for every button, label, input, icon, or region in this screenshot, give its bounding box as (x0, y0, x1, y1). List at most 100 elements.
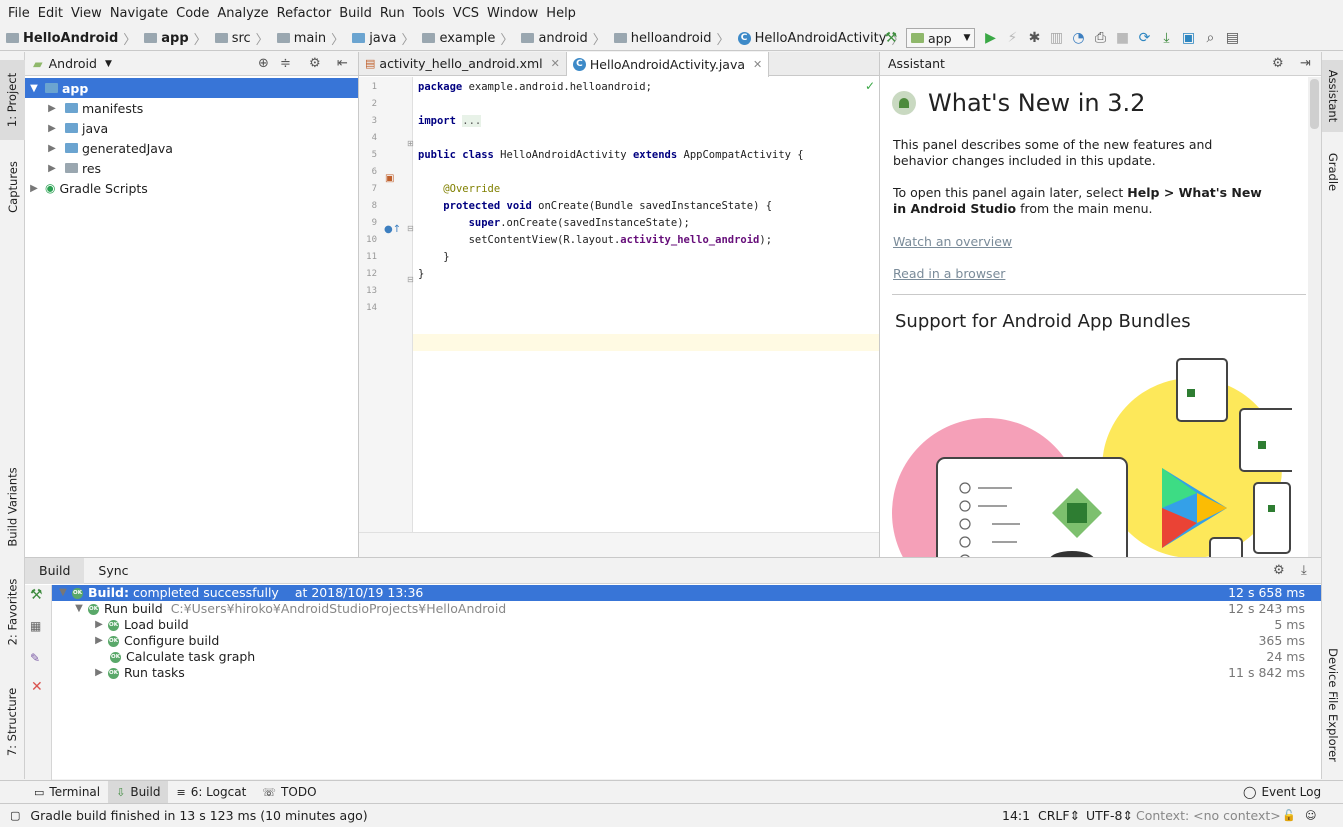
tab-device-file-explorer[interactable]: Device File Explorer (1322, 642, 1343, 767)
tab-activity-java[interactable]: C HelloAndroidActivity.java ✕ (566, 52, 770, 77)
build-row-run-tasks[interactable]: ▶ OK Run tasks 11 s 842 ms (52, 665, 1321, 681)
menu-view[interactable]: View (67, 6, 106, 21)
menu-edit[interactable]: Edit (34, 6, 67, 21)
run-config-select[interactable]: app ▼ (906, 28, 976, 48)
android-studio-logo (892, 91, 916, 115)
rebuild-icon[interactable]: ⚒ (30, 587, 43, 603)
breadcrumb-android[interactable]: android 〉 (515, 29, 607, 48)
gear-icon[interactable]: ⚙ (1272, 56, 1284, 71)
run-icon[interactable]: ▶ (979, 28, 1001, 48)
breadcrumb-main[interactable]: main 〉 (271, 29, 347, 48)
build-row-configure-build[interactable]: ▶ OK Configure build 365 ms (52, 633, 1321, 649)
breadcrumb-app[interactable]: app 〉 (138, 29, 208, 48)
menu-tools[interactable]: Tools (409, 6, 449, 21)
menu-build[interactable]: Build (335, 6, 376, 21)
fold-icon[interactable]: ⊟ (407, 224, 414, 233)
collapse-icon[interactable]: ≑ (280, 56, 291, 71)
tab-build-tool[interactable]: ⇩ Build (108, 780, 169, 804)
breadcrumb-helloandroid[interactable]: helloandroid 〉 (608, 29, 732, 48)
pin-icon[interactable]: ✎ (30, 651, 40, 665)
hide-icon[interactable]: ⇥ (1300, 56, 1311, 71)
chevron-down-icon[interactable]: ▼ (105, 59, 112, 69)
tab-favorites[interactable]: 2: Favorites (0, 572, 25, 652)
line-separator[interactable]: CRLF⇕ (1038, 808, 1080, 823)
caret-position[interactable]: 14:1 (1002, 808, 1030, 823)
menu-file[interactable]: File (4, 6, 34, 21)
search-icon[interactable]: ⌕ (1199, 28, 1221, 48)
menu-window[interactable]: Window (483, 6, 542, 21)
close-icon[interactable]: ✕ (551, 57, 560, 70)
chevron-right-icon: ▶ (48, 102, 56, 114)
make-project-icon[interactable]: ⚒ (880, 28, 902, 48)
apply-changes-icon[interactable]: ⚡ (1001, 28, 1023, 48)
build-row-run-build[interactable]: ▼ OK Run build C:¥Users¥hiroko¥AndroidSt… (52, 601, 1321, 617)
assistant-scrollbar[interactable] (1308, 77, 1321, 557)
tree-item-java[interactable]: ▶ java (25, 118, 358, 138)
read-in-browser-link[interactable]: Read in a browser (893, 266, 1005, 281)
locate-icon[interactable]: ⊕ (258, 56, 269, 71)
tree-item-res[interactable]: ▶ res (25, 158, 358, 178)
breadcrumb-project[interactable]: HelloAndroid 〉 (0, 29, 138, 48)
tree-item-gradle-scripts[interactable]: ▶ ◉ Gradle Scripts (25, 178, 358, 198)
status-toggle-icon[interactable]: ▢ (10, 809, 20, 822)
menu-run[interactable]: Run (376, 6, 409, 21)
event-log-button[interactable]: ◯ Event Log (1235, 781, 1329, 804)
profile-icon[interactable]: ◔ (1067, 28, 1089, 48)
tab-gradle[interactable]: Gradle (1322, 144, 1343, 199)
build-row-load-build[interactable]: ▶ OK Load build 5 ms (52, 617, 1321, 633)
menu-navigate[interactable]: Navigate (106, 6, 172, 21)
activity-gutter-icon[interactable]: ▣ (385, 173, 394, 184)
fold-icon[interactable]: ⊟ (407, 275, 414, 284)
breadcrumb-java[interactable]: java 〉 (346, 29, 416, 48)
override-gutter-icon[interactable]: ●↑ (384, 224, 401, 235)
tab-build-variants[interactable]: Build Variants (0, 457, 25, 557)
tab-assistant[interactable]: Assistant (1322, 60, 1343, 132)
tab-todo[interactable]: ☏ TODO (254, 781, 324, 804)
tab-terminal[interactable]: ▭ Terminal (26, 781, 108, 804)
success-icon: OK (108, 667, 119, 679)
chevron-right-icon: ▶ (95, 619, 103, 630)
menu-code[interactable]: Code (172, 6, 213, 21)
tab-sync[interactable]: Sync (84, 558, 142, 584)
breadcrumb-example[interactable]: example 〉 (416, 29, 515, 48)
status-message: Gradle build finished in 13 s 123 ms (10… (30, 808, 368, 823)
tab-build[interactable]: Build (25, 557, 85, 584)
menu-analyze[interactable]: Analyze (213, 6, 272, 21)
toggle-view-icon[interactable]: ▦ (30, 619, 41, 633)
menu-vcs[interactable]: VCS (449, 6, 483, 21)
fold-icon[interactable]: ⊞ (407, 139, 414, 148)
tree-item-app[interactable]: ▼ app (25, 78, 358, 98)
gear-icon[interactable]: ⚙ (1273, 563, 1285, 578)
debug-icon[interactable]: ✱ (1023, 28, 1045, 48)
lock-icon[interactable]: 🔓 (1282, 809, 1296, 822)
sdk-manager-icon[interactable]: ⤓ (1155, 28, 1177, 48)
coverage-icon[interactable]: ▥ (1045, 28, 1067, 48)
layout-icon[interactable]: ▤ (1221, 28, 1243, 48)
close-icon[interactable]: ✕ (753, 58, 762, 71)
code-area[interactable]: package example.android.helloandroid; im… (418, 77, 878, 532)
tree-item-manifests[interactable]: ▶ manifests (25, 98, 358, 118)
build-row-task-graph[interactable]: OK Calculate task graph 24 ms (52, 649, 1321, 665)
watch-overview-link[interactable]: Watch an overview (893, 234, 1012, 249)
hide-icon[interactable]: ⤓ (1301, 563, 1307, 578)
inspector-icon[interactable]: ☺ (1305, 809, 1316, 822)
menu-help[interactable]: Help (542, 6, 580, 21)
gear-icon[interactable]: ⚙ (309, 56, 321, 71)
tree-item-generatedjava[interactable]: ▶ generatedJava (25, 138, 358, 158)
stop-icon[interactable]: ■ (1111, 28, 1133, 48)
hide-icon[interactable]: ⇤ (337, 56, 348, 71)
attach-debugger-icon[interactable]: ⎙ (1089, 28, 1111, 48)
tab-project[interactable]: 1: Project (0, 60, 25, 140)
tab-captures[interactable]: Captures (0, 152, 25, 222)
build-row-summary[interactable]: ▼ OK Build: completed successfully at 20… (52, 585, 1321, 601)
tab-activity-xml[interactable]: ▤ activity_hello_android.xml ✕ (359, 52, 567, 75)
project-view-select[interactable]: Android (49, 56, 97, 71)
avd-manager-icon[interactable]: ▣ (1177, 28, 1199, 48)
file-encoding[interactable]: UTF-8⇕ (1086, 808, 1133, 823)
menu-refactor[interactable]: Refactor (273, 6, 336, 21)
breadcrumb-src[interactable]: src 〉 (209, 29, 271, 48)
tab-logcat[interactable]: ≡ 6: Logcat (168, 781, 254, 804)
sync-gradle-icon[interactable]: ⟳ (1133, 28, 1155, 48)
tab-structure[interactable]: 7: Structure (0, 677, 25, 767)
close-icon[interactable]: ✕ (31, 679, 43, 695)
